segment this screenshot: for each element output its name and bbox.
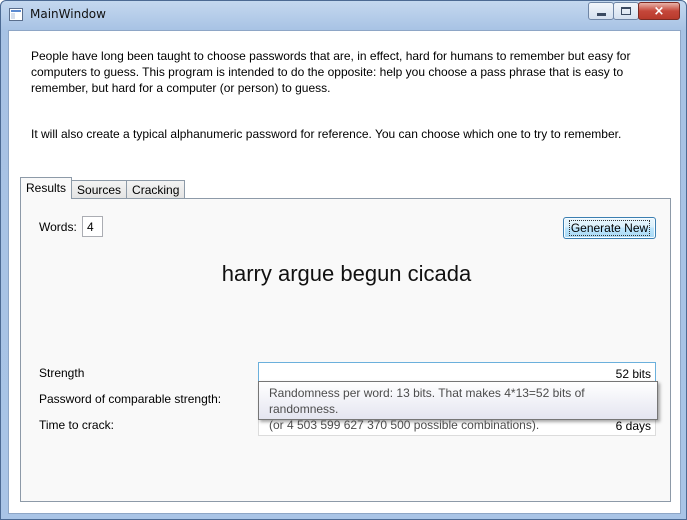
intro-paragraph-2: It will also create a typical alphanumer… [31,127,622,141]
minimize-button[interactable] [588,2,614,20]
time-to-crack-label: Time to crack: [39,418,114,432]
window-title: MainWindow [30,7,106,21]
app-window-icon[interactable] [9,8,23,21]
tab-sources[interactable]: Sources [71,180,128,199]
tooltip-line-1: Randomness per word: 13 bits. That makes… [269,386,585,416]
generate-new-button[interactable]: Generate New [563,217,656,239]
words-count-input[interactable]: 4 [82,216,103,237]
intro-paragraph: People have long been taught to choose p… [31,49,631,95]
tab-results[interactable]: Results [20,177,73,199]
minimize-icon [596,12,606,16]
caption-buttons: × [588,2,680,20]
close-button[interactable]: × [638,2,680,20]
title-bar[interactable]: MainWindow × [1,1,686,29]
comparable-password-label: Password of comparable strength: [39,392,222,406]
main-window: MainWindow × People have long been taugh… [0,0,687,520]
maximize-button[interactable] [613,2,639,20]
passphrase-display: harry argue begun cicada [221,261,472,286]
close-icon: × [653,3,665,19]
generate-new-label: Generate New [568,220,651,236]
words-label: Words: [39,220,77,234]
client-area: People have long been taught to choose p… [8,30,681,514]
results-panel: Words: 4 Generate New harry argue begun … [20,198,671,502]
strength-label: Strength [39,366,85,380]
tooltip-line-2: (or 4 503 599 627 370 500 possible combi… [269,418,540,432]
tab-cracking[interactable]: Cracking [126,180,186,199]
tab-strip: Results Sources Cracking [20,177,186,199]
maximize-icon [621,7,631,15]
randomness-tooltip: Randomness per word: 13 bits. That makes… [258,381,658,432]
